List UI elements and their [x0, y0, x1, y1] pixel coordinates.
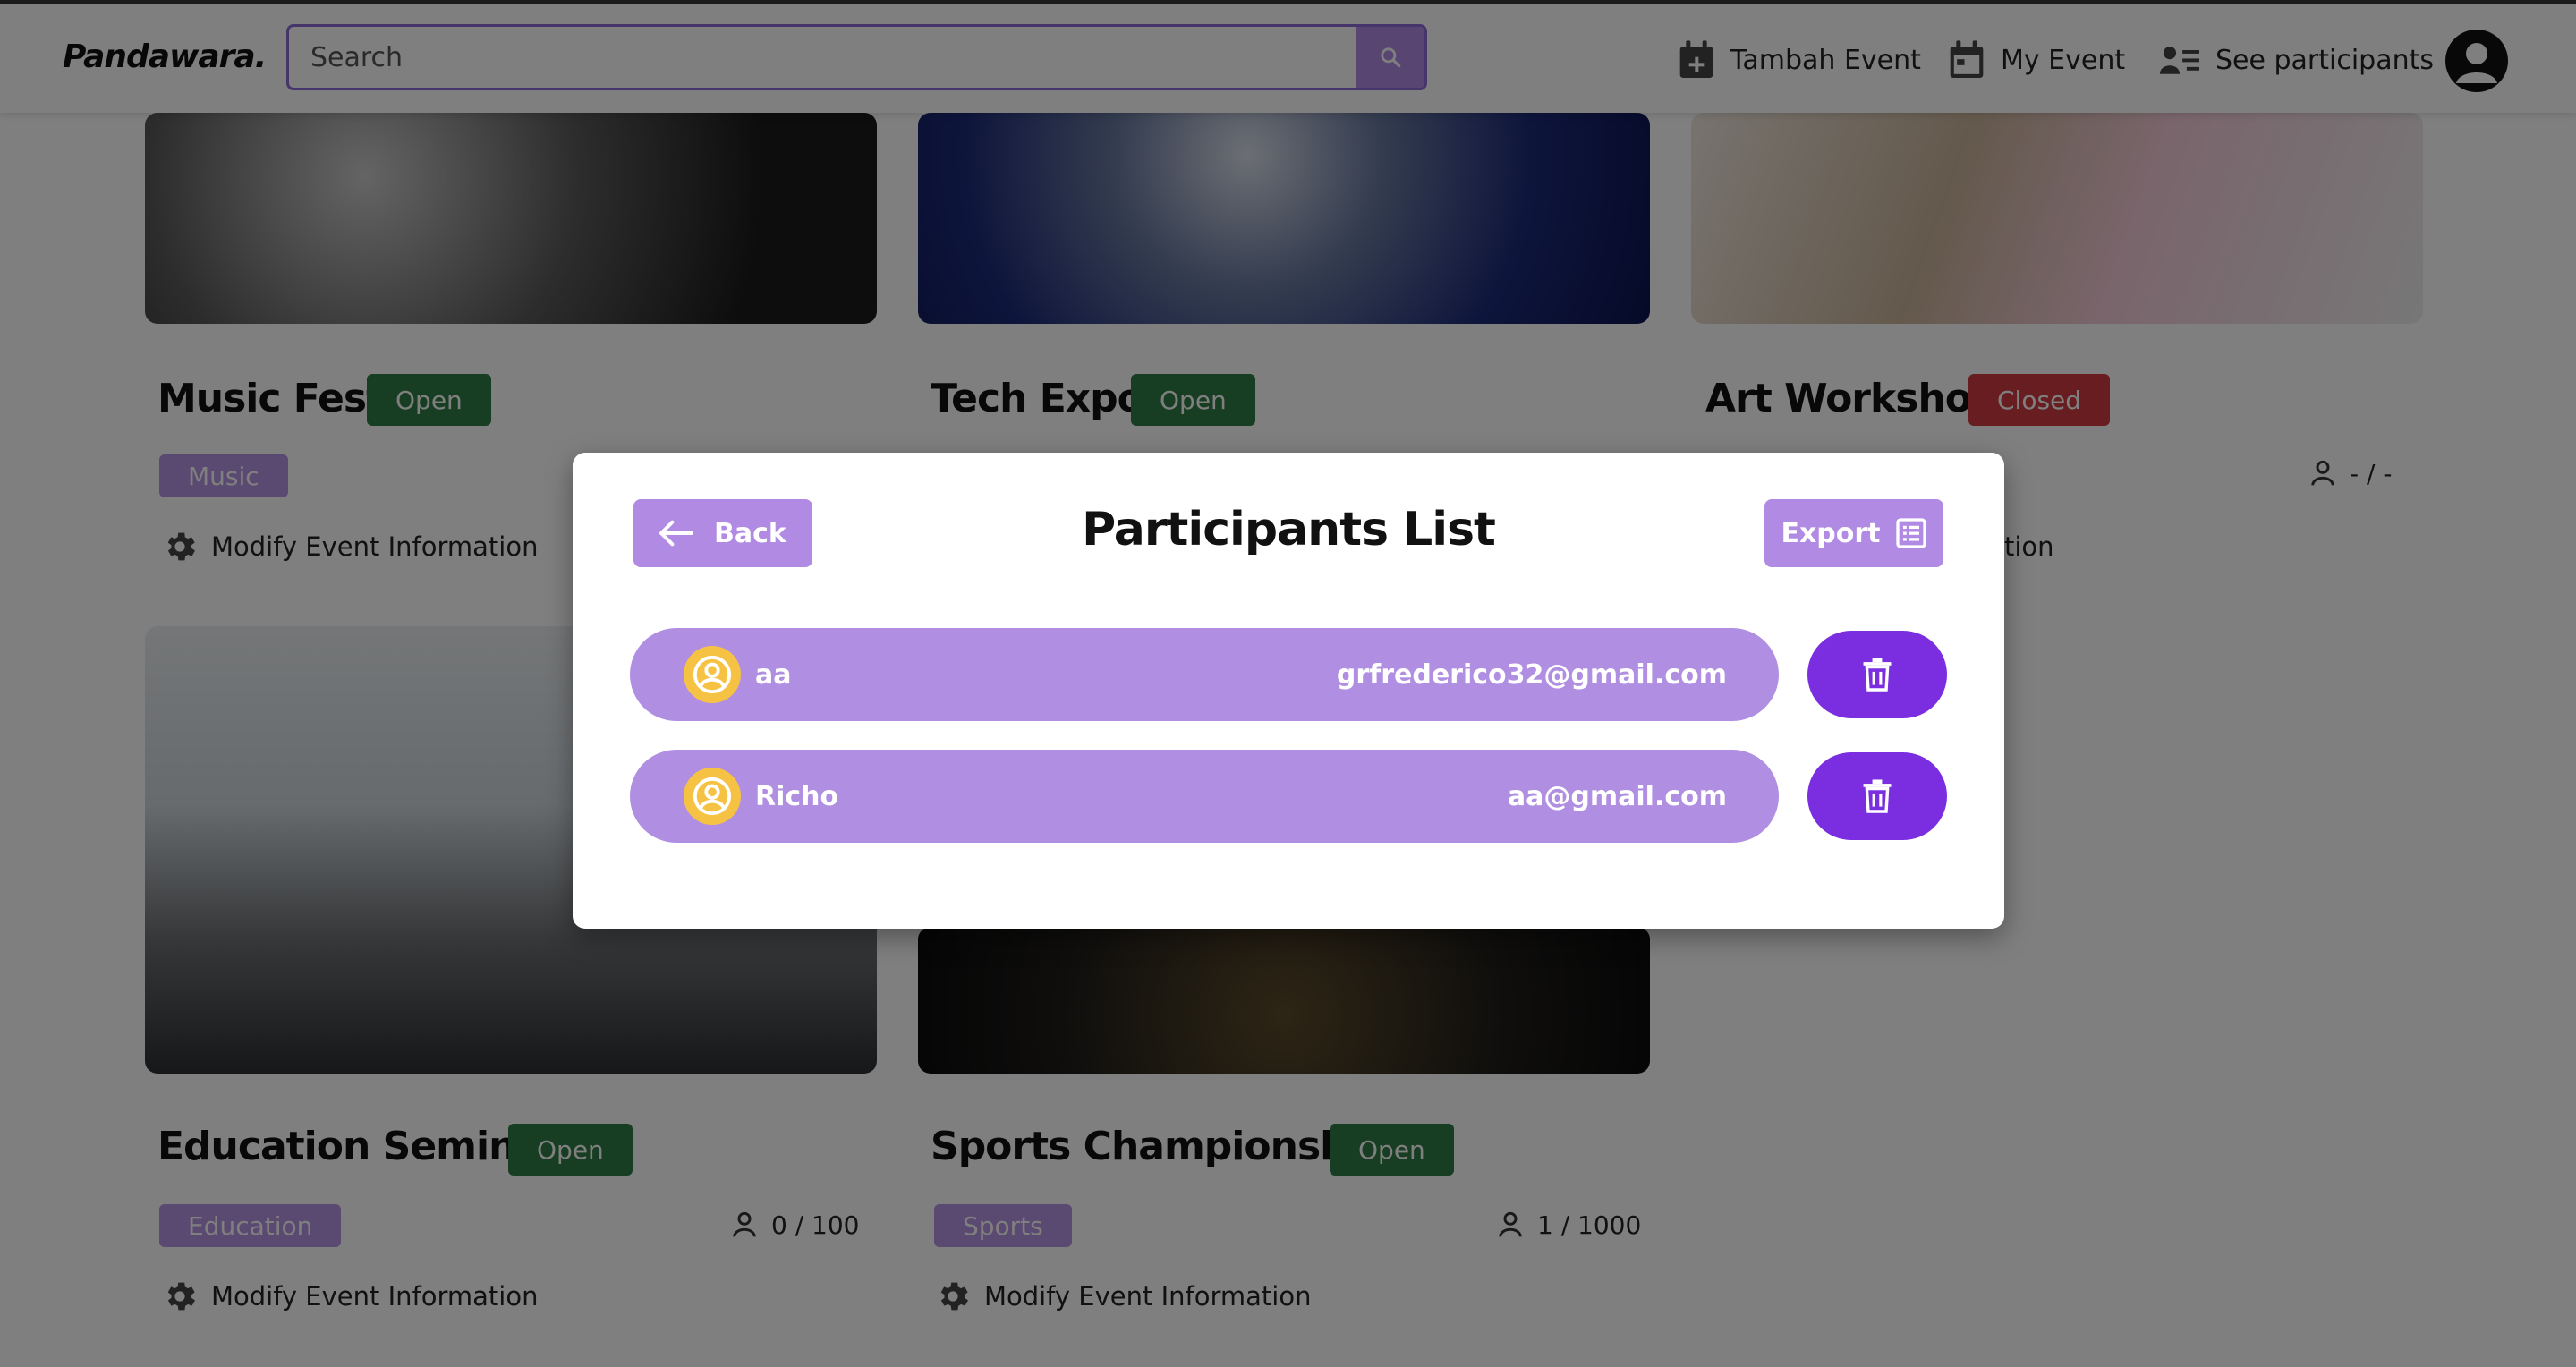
- delete-participant-button[interactable]: [1807, 631, 1947, 718]
- back-button[interactable]: Back: [633, 499, 812, 567]
- participant-email: aa@gmail.com: [1507, 780, 1727, 812]
- modal-title: Participants List: [1082, 503, 1496, 556]
- participant-avatar-icon: [684, 646, 741, 703]
- spreadsheet-icon: [1895, 518, 1926, 548]
- delete-participant-button[interactable]: [1807, 752, 1947, 840]
- participants-modal: Back Participants List Export aa grfrede…: [573, 453, 2004, 929]
- export-button-label: Export: [1781, 517, 1881, 549]
- participant-name: aa: [755, 658, 792, 691]
- participant-name: Richo: [755, 780, 839, 812]
- participant-avatar-icon: [684, 768, 741, 825]
- participant-row: Richo aa@gmail.com: [630, 750, 1779, 843]
- participant-row: aa grfrederico32@gmail.com: [630, 628, 1779, 721]
- export-button[interactable]: Export: [1764, 499, 1943, 567]
- arrow-left-icon: [659, 520, 693, 547]
- trash-icon: [1863, 658, 1892, 692]
- participant-email: grfrederico32@gmail.com: [1336, 658, 1727, 691]
- back-button-label: Back: [714, 517, 786, 549]
- trash-icon: [1863, 779, 1892, 813]
